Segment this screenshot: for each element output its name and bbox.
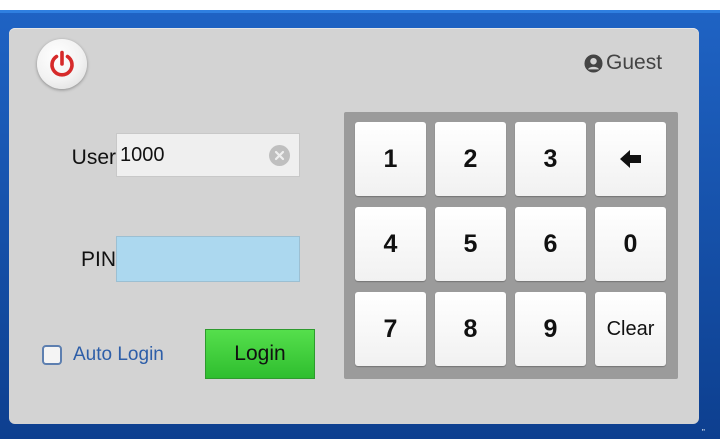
clear-icon[interactable] — [269, 145, 290, 166]
key-clear[interactable]: Clear — [595, 292, 666, 366]
pin-label: PIN — [80, 248, 116, 271]
key-7[interactable]: 7 — [355, 292, 426, 366]
key-5[interactable]: 5 — [435, 207, 506, 281]
auto-login-checkbox[interactable] — [42, 345, 62, 365]
key-8[interactable]: 8 — [435, 292, 506, 366]
user-field[interactable]: 1000 — [116, 133, 300, 177]
user-circle-icon — [584, 53, 603, 73]
key-backspace[interactable] — [595, 122, 666, 196]
pin-field[interactable] — [116, 236, 300, 282]
frame-top-border — [0, 10, 720, 13]
key-9[interactable]: 9 — [515, 292, 586, 366]
key-1[interactable]: 1 — [355, 122, 426, 196]
numeric-keypad: 1 2 3 4 5 6 0 7 8 9 Clear — [344, 112, 678, 379]
key-2[interactable]: 2 — [435, 122, 506, 196]
key-4[interactable]: 4 — [355, 207, 426, 281]
left-arrow-icon — [619, 150, 641, 168]
auto-login-label: Auto Login — [73, 344, 164, 365]
power-button[interactable] — [37, 39, 87, 89]
corner-mark: " — [702, 428, 705, 437]
key-3[interactable]: 3 — [515, 122, 586, 196]
auto-login-option[interactable]: Auto Login — [42, 343, 164, 367]
guest-user-indicator: Guest — [584, 50, 662, 76]
user-label: User — [71, 146, 116, 169]
login-button[interactable]: Login — [205, 329, 315, 379]
key-6[interactable]: 6 — [515, 207, 586, 281]
power-icon — [50, 50, 74, 77]
key-0[interactable]: 0 — [595, 207, 666, 281]
user-value: 1000 — [120, 143, 165, 166]
guest-label: Guest — [606, 51, 663, 74]
